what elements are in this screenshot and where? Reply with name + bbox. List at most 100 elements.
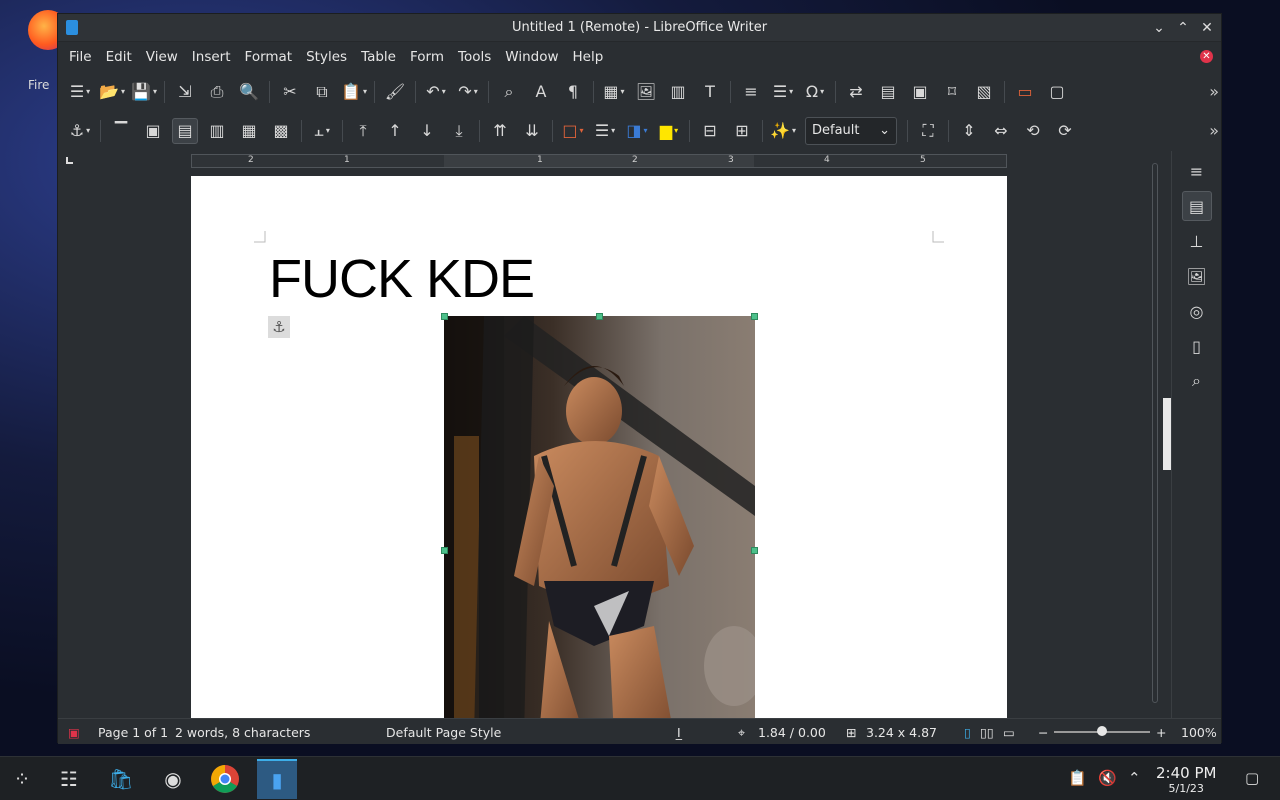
tab-stop-selector[interactable] [66, 157, 73, 164]
bookmark-icon[interactable]: ⌑ [939, 79, 965, 105]
multi-page-view-icon[interactable]: ▯▯ [980, 725, 994, 740]
menu-file[interactable]: File [62, 49, 99, 65]
page-format-icon[interactable]: ⊥ [1182, 226, 1212, 256]
wrap-page-icon[interactable]: ▣ [140, 118, 166, 144]
hyperlink-icon[interactable]: ⇄ [843, 79, 869, 105]
tray-expand-icon[interactable]: ⌃ [1128, 769, 1141, 787]
clock[interactable]: 2:40 PM 5/1/23 [1156, 764, 1216, 795]
open-icon[interactable]: 📂 ▾ [99, 79, 125, 105]
insert-textbox-icon[interactable]: T [697, 79, 723, 105]
resize-handle-top[interactable] [596, 313, 603, 320]
border-color-icon[interactable]: ◨ ▾ [624, 118, 650, 144]
title-bar[interactable]: Untitled 1 (Remote) - LibreOffice Writer… [58, 14, 1221, 42]
print-preview-icon[interactable]: 🔍 [236, 79, 262, 105]
chrome-icon[interactable] [205, 759, 245, 799]
menu-form[interactable]: Form [403, 49, 451, 65]
application-launcher-icon[interactable]: ⁘ [2, 759, 42, 799]
page-break-icon[interactable]: ≡ [738, 79, 764, 105]
resize-handle-right[interactable] [751, 547, 758, 554]
menu-insert[interactable]: Insert [185, 49, 238, 65]
wrap-through-icon[interactable]: ▩ [268, 118, 294, 144]
wrap-optimal-icon[interactable]: ▤ [172, 117, 198, 144]
align-objects-icon[interactable]: ⫠ ▾ [309, 118, 335, 144]
resize-handle-top-right[interactable] [751, 313, 758, 320]
gallery-icon[interactable]: 🖼 [1182, 261, 1212, 291]
menu-styles[interactable]: Styles [299, 49, 354, 65]
resize-handle-left[interactable] [441, 547, 448, 554]
paste-icon[interactable]: 📋 ▾ [341, 79, 367, 105]
wrap-left-icon[interactable]: ▥ [204, 118, 230, 144]
menu-tools[interactable]: Tools [451, 49, 498, 65]
horizontal-ruler[interactable]: 2 1 1 2 3 4 5 [191, 154, 1007, 168]
link-frames-icon[interactable]: ⊟ [697, 118, 723, 144]
inserted-image[interactable] [444, 316, 755, 718]
save-status-icon[interactable]: ▣ [68, 725, 80, 740]
find-replace-icon[interactable]: ⌕ [496, 79, 522, 105]
resize-handle-top-left[interactable] [441, 313, 448, 320]
close-document-button[interactable]: ✕ [1200, 50, 1213, 63]
libreoffice-writer-task[interactable]: ▮ [257, 759, 297, 799]
vertical-scrollbar[interactable] [1151, 151, 1159, 718]
page-style[interactable]: Default Page Style [386, 725, 501, 740]
insert-table-icon[interactable]: ▦ ▾ [601, 79, 627, 105]
document-page[interactable]: FUCK KDE ⚓ [191, 176, 1007, 718]
page-count[interactable]: Page 1 of 1 [98, 725, 168, 740]
zoom-slider-handle[interactable] [1097, 726, 1107, 736]
borders-icon[interactable]: □ ▾ [560, 118, 586, 144]
more-tools-icon[interactable]: » [1209, 121, 1219, 140]
formatting-marks-icon[interactable]: ¶ [560, 79, 586, 105]
book-view-icon[interactable]: ▭ [1003, 725, 1015, 740]
track-changes-icon[interactable]: ▢ [1044, 79, 1070, 105]
properties-icon[interactable]: ▤ [1181, 191, 1212, 221]
background-color-icon[interactable]: ▆ ▾ [656, 118, 682, 144]
undo-icon[interactable]: ↶ ▾ [423, 79, 449, 105]
menu-help[interactable]: Help [566, 49, 611, 65]
menu-format[interactable]: Format [238, 49, 300, 65]
menu-table[interactable]: Table [354, 49, 403, 65]
single-page-view-icon[interactable]: ▯ [964, 725, 971, 740]
insert-image-icon[interactable]: 🖼 [633, 79, 659, 105]
spelling-icon[interactable]: A [528, 79, 554, 105]
image-filter-icon[interactable]: ✨ ▾ [770, 118, 796, 144]
copy-icon[interactable]: ⧉ [309, 79, 335, 105]
volume-muted-icon[interactable]: 🔇 [1098, 769, 1117, 787]
minimize-button[interactable]: ⌄ [1149, 18, 1169, 38]
zoom-level[interactable]: 100% [1181, 725, 1217, 740]
rotate-right-icon[interactable]: ⟳ [1052, 118, 1078, 144]
anchor-icon[interactable]: ⚓ ▾ [67, 118, 93, 144]
document-heading[interactable]: FUCK KDE [269, 248, 535, 310]
menu-window[interactable]: Window [498, 49, 565, 65]
redo-icon[interactable]: ↷ ▾ [455, 79, 481, 105]
anchor-icon[interactable]: ⚓ [268, 316, 290, 338]
navigator-icon[interactable]: ◎ [1182, 296, 1212, 326]
cross-reference-icon[interactable]: ▧ [971, 79, 997, 105]
show-desktop-icon[interactable]: ▢ [1245, 769, 1259, 787]
zoom-out-button[interactable]: − [1038, 725, 1048, 740]
back-one-icon[interactable]: ↓ [414, 118, 440, 144]
clipboard-icon[interactable]: 📋 [1068, 769, 1087, 787]
close-window-button[interactable]: ✕ [1197, 18, 1217, 38]
endnote-icon[interactable]: ▣ [907, 79, 933, 105]
wrap-right-icon[interactable]: ▦ [236, 118, 262, 144]
print-icon[interactable]: ⎙ [204, 79, 230, 105]
wrap-off-icon[interactable]: ▔ [108, 118, 134, 144]
maximize-button[interactable]: ⌃ [1173, 18, 1193, 38]
flip-vertical-icon[interactable]: ⇕ [956, 118, 982, 144]
bring-to-front-icon[interactable]: ⤒ [350, 118, 376, 144]
discover-store-icon[interactable]: 🛍 [101, 759, 141, 799]
save-icon[interactable]: 💾 ▾ [131, 79, 157, 105]
border-style-icon[interactable]: ☰ ▾ [592, 118, 618, 144]
special-character-icon[interactable]: Ω ▾ [802, 79, 828, 105]
forward-one-icon[interactable]: ↑ [382, 118, 408, 144]
export-pdf-icon[interactable]: ⇲ [172, 79, 198, 105]
footnote-icon[interactable]: ▤ [875, 79, 901, 105]
sidebar-collapse-handle[interactable] [1163, 398, 1171, 470]
new-document-icon[interactable]: ☰ ▾ [67, 79, 93, 105]
insert-field-icon[interactable]: ☰ ▾ [770, 79, 796, 105]
menu-view[interactable]: View [139, 49, 185, 65]
to-background-icon[interactable]: ⇊ [519, 118, 545, 144]
menu-edit[interactable]: Edit [99, 49, 139, 65]
zoom-in-button[interactable]: + [1156, 725, 1166, 740]
style-inspector-icon[interactable]: ⌕ [1182, 366, 1212, 396]
flip-horizontal-icon[interactable]: ⇔ [988, 118, 1014, 144]
